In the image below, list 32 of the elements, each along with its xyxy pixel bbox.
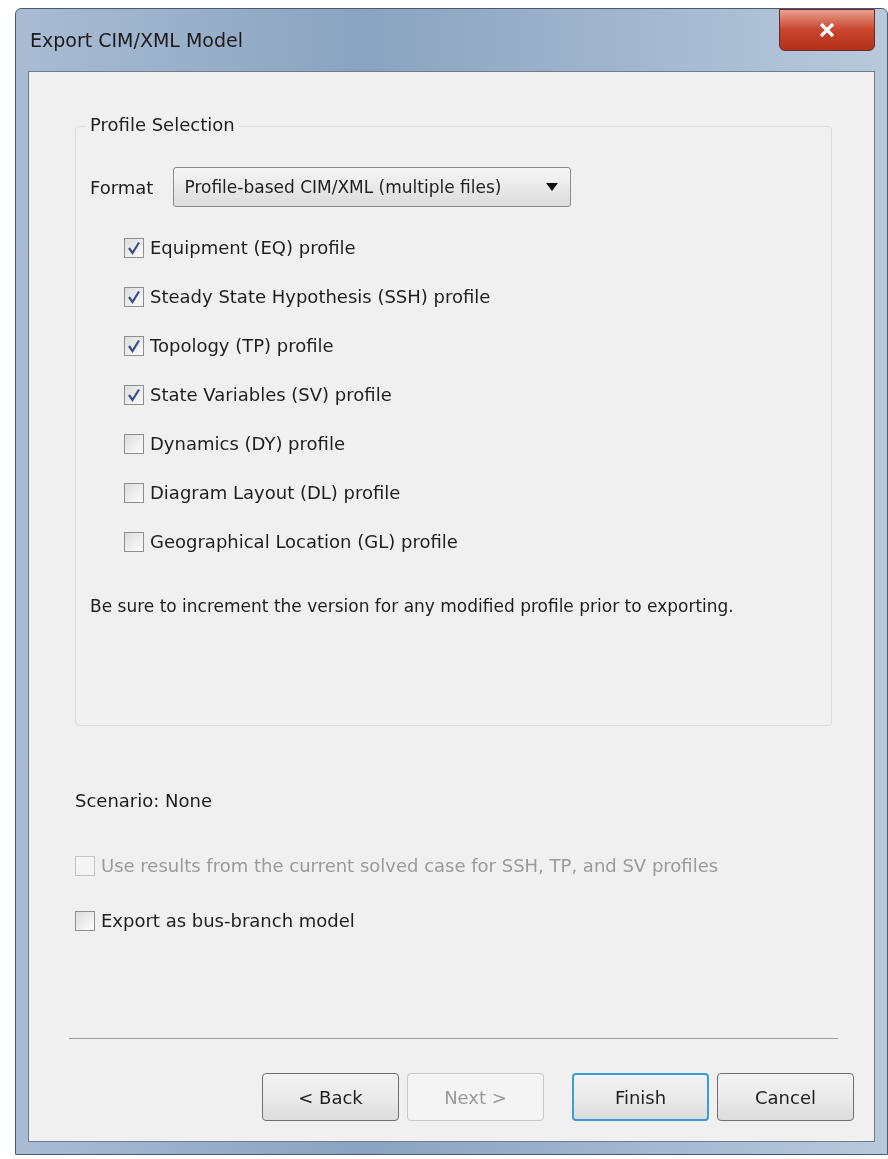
check-icon <box>127 240 141 255</box>
checkbox-label: State Variables (SV) profile <box>150 384 392 405</box>
dialog-button[interactable]: < Back <box>262 1073 399 1121</box>
close-button[interactable] <box>779 9 875 51</box>
checkbox-label: Equipment (EQ) profile <box>150 237 356 258</box>
note-text: Be sure to increment the version for any modified profile prior to exporting. <box>90 596 735 616</box>
dialog-button[interactable]: Cancel <box>717 1073 854 1121</box>
format-dropdown[interactable]: Profile-based CIM/XML (multiple files) <box>173 167 572 207</box>
checkbox-label: Export as bus-branch model <box>101 910 355 931</box>
checkbox[interactable] <box>124 482 144 503</box>
checkbox-label: Dynamics (DY) profile <box>150 433 345 454</box>
checkbox-label: Use results from the current solved case for SSH, TP, and SV profiles <box>101 855 719 876</box>
checkbox[interactable] <box>124 286 144 307</box>
checkbox[interactable] <box>124 531 144 552</box>
checkbox[interactable] <box>124 384 144 405</box>
checkbox-label: Geographical Location (GL) profile <box>150 531 458 552</box>
format-label: Format <box>90 176 154 198</box>
checkbox[interactable] <box>124 335 144 356</box>
checkbox-label: Topology (TP) profile <box>150 335 334 356</box>
check-icon <box>127 338 141 353</box>
caret-icon <box>546 183 559 191</box>
checkbox[interactable] <box>75 910 95 931</box>
checkbox-label: Steady State Hypothesis (SSH) profile <box>150 286 491 307</box>
dialog-button[interactable]: Finish <box>572 1073 709 1121</box>
checkbox[interactable] <box>124 433 144 454</box>
checkbox[interactable] <box>124 237 144 258</box>
check-icon <box>127 387 141 402</box>
check-icon <box>127 289 141 304</box>
scenario-text: Scenario: None <box>75 790 213 811</box>
close-icon <box>819 22 835 38</box>
window-title: Export CIM/XML Model <box>30 29 243 51</box>
checkbox-label: Diagram Layout (DL) profile <box>150 482 401 503</box>
